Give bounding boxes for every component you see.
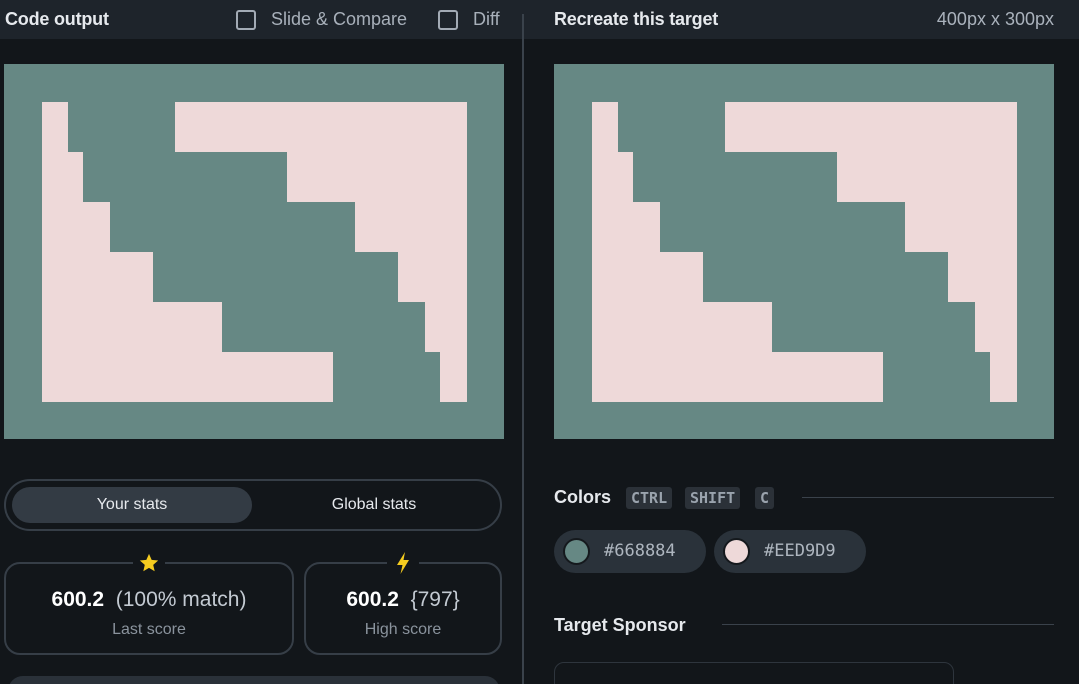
target-sponsor-title: Target Sponsor <box>554 615 686 635</box>
high-score-rank: {797} <box>410 588 460 611</box>
colors-title: Colors <box>554 487 612 507</box>
top-bar <box>0 0 1079 39</box>
code-output-title: Code output <box>5 9 109 29</box>
lightning-icon <box>387 550 419 576</box>
slide-compare-label[interactable]: Slide & Compare <box>271 9 407 30</box>
sponsor-divider <box>722 624 1054 625</box>
high-score-value-line: 600.2 {797} <box>306 588 500 612</box>
tab-your-stats[interactable]: Your stats <box>12 487 252 523</box>
shortcut-key-shift: SHIFT <box>685 487 741 509</box>
sponsor-card[interactable] <box>554 662 954 684</box>
code-output-canvas[interactable] <box>4 64 504 439</box>
last-score-match: (100% match) <box>115 588 247 611</box>
colors-divider <box>802 497 1054 498</box>
diff-label[interactable]: Diff <box>473 9 500 30</box>
panel-divider <box>522 14 524 684</box>
slide-compare-checkbox[interactable] <box>236 10 256 30</box>
target-canvas[interactable] <box>554 64 1054 439</box>
star-icon <box>133 550 165 576</box>
shortcut-key-ctrl: CTRL <box>626 487 673 509</box>
bottom-action-bar[interactable] <box>8 676 500 684</box>
target-image <box>554 64 1054 439</box>
shortcut-key-c: C <box>755 487 775 509</box>
diff-checkbox[interactable] <box>438 10 458 30</box>
color-hex-2: #EED9D9 <box>764 541 836 561</box>
color-swatch-1[interactable]: #668884 <box>554 530 706 573</box>
color-dot <box>723 538 750 565</box>
color-hex-1: #668884 <box>604 541 676 561</box>
last-score-value-line: 600.2 (100% match) <box>6 588 292 612</box>
target-dimensions: 400px x 300px <box>936 9 1054 29</box>
last-score-card: 600.2 (100% match) Last score <box>4 550 294 655</box>
last-score-label: Last score <box>112 621 186 638</box>
stats-tabs: Your stats Global stats <box>4 479 502 531</box>
recreate-target-title: Recreate this target <box>554 9 719 29</box>
tab-global-stats[interactable]: Global stats <box>254 487 494 523</box>
high-score-value: 600.2 <box>346 588 399 611</box>
color-dot <box>563 538 590 565</box>
last-score-value: 600.2 <box>51 588 105 611</box>
code-output-image <box>4 64 504 439</box>
high-score-card: 600.2 {797} High score <box>304 550 502 655</box>
color-swatch-2[interactable]: #EED9D9 <box>714 530 866 573</box>
high-score-label: High score <box>364 621 442 638</box>
